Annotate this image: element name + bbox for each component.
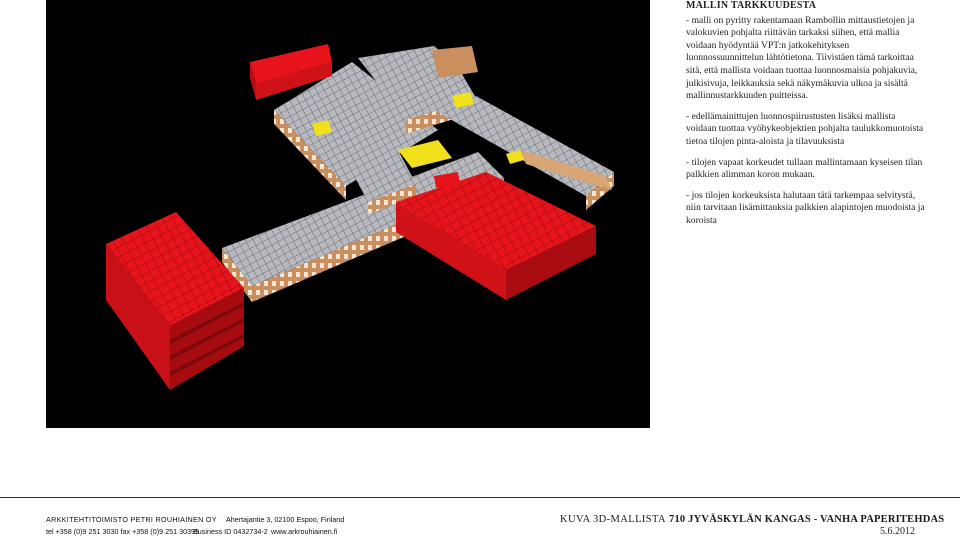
model-accuracy-notes: MALLIN TARKKUUDESTA - malli on pyritty r…	[686, 0, 926, 236]
firm-website-link[interactable]: www.arkrouhiainen.fi	[271, 527, 337, 536]
building-3d-render	[46, 0, 650, 428]
firm-name: ARKKITEHTITOIMISTO PETRI ROUHIAINEN OY	[46, 515, 217, 524]
project-title: 710 JYVÄSKYLÄN KANGAS - VANHA PAPERITEHD…	[669, 514, 945, 525]
drawing-date: 5.6.2012	[880, 526, 915, 537]
drawing-kind: KUVA 3D-MALLISTA	[560, 514, 666, 525]
firm-address: Ahertajantie 3, 02100 Espoo, Finland	[226, 515, 345, 524]
notes-paragraph-4: - jos tilojen korkeuksista halutaan tätä…	[686, 189, 925, 226]
notes-heading: MALLIN TARKKUUDESTA	[686, 0, 817, 11]
firm-phone: tel +358 (0)9 251 3030 fax +358 (0)9 251…	[46, 527, 200, 536]
small-tower	[432, 46, 478, 78]
footer-divider	[0, 497, 960, 498]
notes-paragraph-3: - tilojen vapaat korkeudet tullaan malli…	[686, 156, 923, 181]
notes-paragraph-1: - malli on pyritty rakentamaan Rambollin…	[686, 14, 918, 102]
firm-business-id: Business ID 0432734-2	[193, 527, 268, 536]
notes-paragraph-2: - edellämainittujen luonnospiirustusten …	[686, 110, 924, 147]
